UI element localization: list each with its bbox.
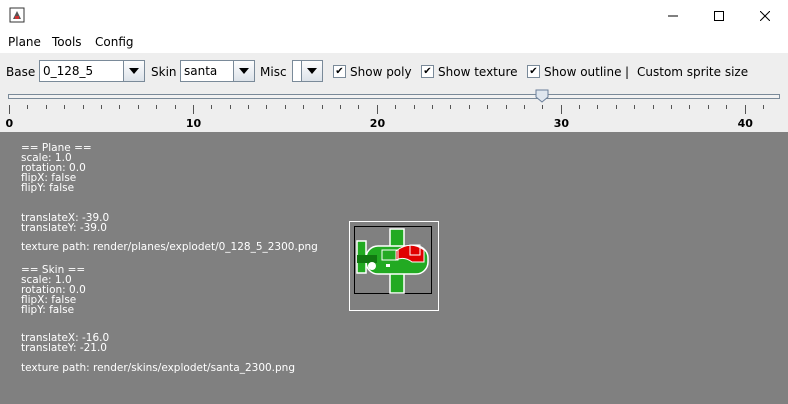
maximize-icon <box>714 11 724 21</box>
minimize-icon <box>668 15 678 17</box>
slider-tick <box>395 105 397 109</box>
slider-tick-label: 40 <box>737 117 753 130</box>
base-dropdown-button[interactable] <box>123 61 144 81</box>
title-bar <box>0 0 788 32</box>
slider-tick <box>9 105 10 114</box>
slider-tick <box>82 105 84 109</box>
chevron-down-icon <box>129 68 139 74</box>
slider-tick <box>634 105 636 109</box>
slider-tick <box>523 105 525 109</box>
slider-tick-label: 0 <box>5 117 14 130</box>
skin-select[interactable]: santa <box>180 60 255 82</box>
skin-label: Skin <box>151 65 177 79</box>
show-texture-checkbox[interactable]: ✔ <box>421 65 434 78</box>
close-button[interactable] <box>742 0 788 32</box>
slider-tick <box>303 105 305 109</box>
skin-texture-path: texture path: render/skins/explodet/sant… <box>21 362 295 374</box>
plane-info: == Plane == scale: 1.0 rotation: 0.0 flipX:… <box>21 143 92 194</box>
slider-tick <box>376 105 378 114</box>
slider-tick <box>726 105 728 109</box>
slider-tick <box>615 105 617 109</box>
base-select[interactable]: 0_128_5 <box>39 60 145 82</box>
slider-tick <box>505 105 507 109</box>
skin-info: == Skin == scale: 1.0 rotation: 0.0 flipX: … <box>21 265 86 316</box>
base-select-value: 0_128_5 <box>43 64 94 78</box>
slider-tick <box>211 105 213 109</box>
slider-tick <box>284 105 286 109</box>
slider-tick <box>137 105 139 109</box>
minimize-button[interactable] <box>650 0 696 32</box>
slider-tick <box>27 105 29 109</box>
slider-tick <box>340 105 342 109</box>
menu-plane[interactable]: Plane <box>8 35 41 49</box>
skin-translatey: translateY: -21.0 <box>21 342 107 354</box>
menu-bar: Plane Tools Config <box>0 32 788 53</box>
slider-tick-label: 20 <box>369 117 386 130</box>
slider-tick <box>468 105 470 109</box>
slider-tick <box>560 105 562 114</box>
show-texture-label: Show texture <box>438 65 518 79</box>
slider-thumb[interactable] <box>535 89 549 103</box>
close-icon <box>760 11 770 21</box>
slider-tick <box>413 105 415 109</box>
slider-tick <box>156 105 158 109</box>
skin-dropdown-button[interactable] <box>233 61 254 81</box>
slider-tick <box>358 105 360 109</box>
slider-tick-label: 10 <box>185 117 202 130</box>
slider-tick <box>652 105 654 109</box>
slider-tick <box>192 105 194 114</box>
slider-tick <box>229 105 231 109</box>
slider-tick <box>45 105 47 109</box>
slider-tick <box>763 105 764 109</box>
plane-flipy: flipY: false <box>21 182 75 194</box>
plane-texture-path: texture path: render/planes/explodet/0_1… <box>21 241 318 253</box>
slider-tick <box>450 105 452 109</box>
slider-tick <box>671 105 673 109</box>
show-poly-checkbox[interactable]: ✔ <box>333 65 346 78</box>
slider-tick <box>431 105 433 109</box>
skin-translate: translateX: -16.0 translateY: -21.0 <box>21 333 109 354</box>
slider-tick <box>597 105 599 109</box>
chevron-down-icon <box>239 68 249 74</box>
plane-sprite <box>356 228 429 294</box>
slider-tick <box>579 105 581 109</box>
slider-tick <box>707 105 709 109</box>
slider-tick <box>119 105 121 109</box>
misc-label: Misc <box>260 65 287 79</box>
slider-tick <box>487 105 489 109</box>
slider-track[interactable] <box>8 94 780 99</box>
plane-translatey: translateY: -39.0 <box>21 222 107 234</box>
separator: | <box>625 65 630 79</box>
skin-select-value: santa <box>184 64 218 78</box>
java-app-icon <box>9 7 25 23</box>
slider-tick <box>321 105 323 109</box>
slider-tick-label: 30 <box>553 117 570 130</box>
misc-dropdown-button[interactable] <box>301 61 322 81</box>
chevron-down-icon <box>307 68 317 74</box>
slider-tick <box>174 105 176 109</box>
misc-select[interactable] <box>292 60 323 82</box>
slider-tick <box>542 105 544 109</box>
custom-sprite-size-link[interactable]: Custom sprite size <box>637 65 748 79</box>
toolbar: Base 0_128_5 Skin santa Misc ✔ Show poly… <box>0 53 788 132</box>
base-label: Base <box>6 65 36 79</box>
slider-tick <box>689 105 691 109</box>
show-poly-label: Show poly <box>350 65 412 79</box>
menu-tools[interactable]: Tools <box>52 35 82 49</box>
show-outline-checkbox[interactable]: ✔ <box>527 65 540 78</box>
show-outline-label: Show outline <box>544 65 622 79</box>
menu-config[interactable]: Config <box>95 35 134 49</box>
slider-tick <box>266 105 268 109</box>
slider-tick <box>744 105 746 114</box>
plane-translate: translateX: -39.0 translateY: -39.0 <box>21 213 109 234</box>
slider-tick <box>248 105 250 109</box>
skin-flipy: flipY: false <box>21 304 75 316</box>
maximize-button[interactable] <box>696 0 742 32</box>
slider-tick <box>64 105 66 109</box>
slider-tick <box>100 105 102 109</box>
